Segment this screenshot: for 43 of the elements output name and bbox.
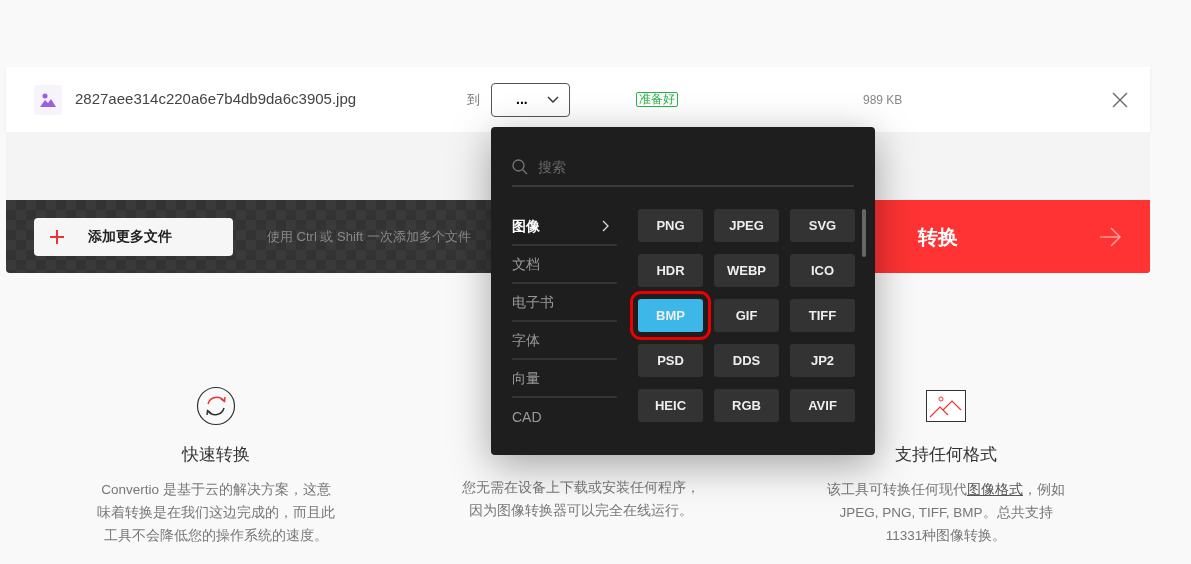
feature-title: 支持任何格式 [895, 444, 997, 466]
format-option[interactable]: GIF [714, 299, 779, 332]
format-option[interactable]: SVG [790, 209, 855, 242]
category-item[interactable]: 图像 [512, 208, 617, 246]
picture-icon [926, 390, 966, 422]
format-option[interactable]: JP2 [790, 344, 855, 377]
format-option[interactable]: HDR [638, 254, 703, 287]
feature-title: 快速转换 [182, 444, 250, 466]
category-item[interactable]: 向量 [512, 360, 617, 398]
format-option[interactable]: PNG [638, 209, 703, 242]
feature-description: 该工具可转换任何现代图像格式，例如 JPEG, PNG, TIFF, BMP。总共支持 11331种图像转换。 [827, 480, 1065, 545]
category-item[interactable]: 电子书 [512, 284, 617, 322]
file-size: 989 KB [863, 91, 903, 109]
search-field[interactable]: 搜索 [536, 155, 836, 179]
category-item[interactable]: 字体 [512, 322, 617, 360]
plus-icon [50, 229, 64, 244]
category-item[interactable]: 文档 [512, 246, 617, 284]
file-name: 2827aee314c220a6e7b4db9da6c3905.jpg [75, 89, 358, 110]
image-icon [40, 92, 56, 107]
format-option[interactable]: AVIF [790, 389, 855, 422]
feature-description: Convertio 是基于云的解决方案，这意 味着转换是在我们这边完成的，而且此 工具不会降低您的操作系统的速度。 [97, 480, 335, 545]
close-button[interactable] [1112, 91, 1128, 108]
add-files-button[interactable]: 添加更多文件 [34, 217, 233, 256]
chevron-icon [602, 220, 609, 232]
status-label: 准备好 [636, 92, 678, 107]
link[interactable]: 图像格式 [967, 481, 1023, 497]
format-option[interactable]: DDS [714, 344, 779, 377]
format-option[interactable]: RGB [714, 389, 779, 422]
to-label: 到 [467, 90, 480, 109]
format-option[interactable]: WEBP [714, 254, 779, 287]
format-option[interactable]: TIFF [790, 299, 855, 332]
format-option[interactable]: PSD [638, 344, 703, 377]
scrollbar[interactable] [862, 209, 866, 257]
format-option[interactable]: JPEG [714, 209, 779, 242]
search-icon [512, 159, 528, 175]
format-option[interactable]: ICO [790, 254, 855, 287]
sync-icon [196, 386, 236, 426]
format-option[interactable]: HEIC [638, 389, 703, 422]
category-item[interactable]: CAD [512, 398, 617, 436]
chevron-icon [547, 95, 559, 104]
feature-description: 您无需在设备上下载或安装任何程序， 因为图像转换器可以完全在线运行。 [462, 479, 700, 520]
format-select[interactable]: ... [491, 82, 570, 117]
arrow-right-icon [1100, 226, 1122, 247]
